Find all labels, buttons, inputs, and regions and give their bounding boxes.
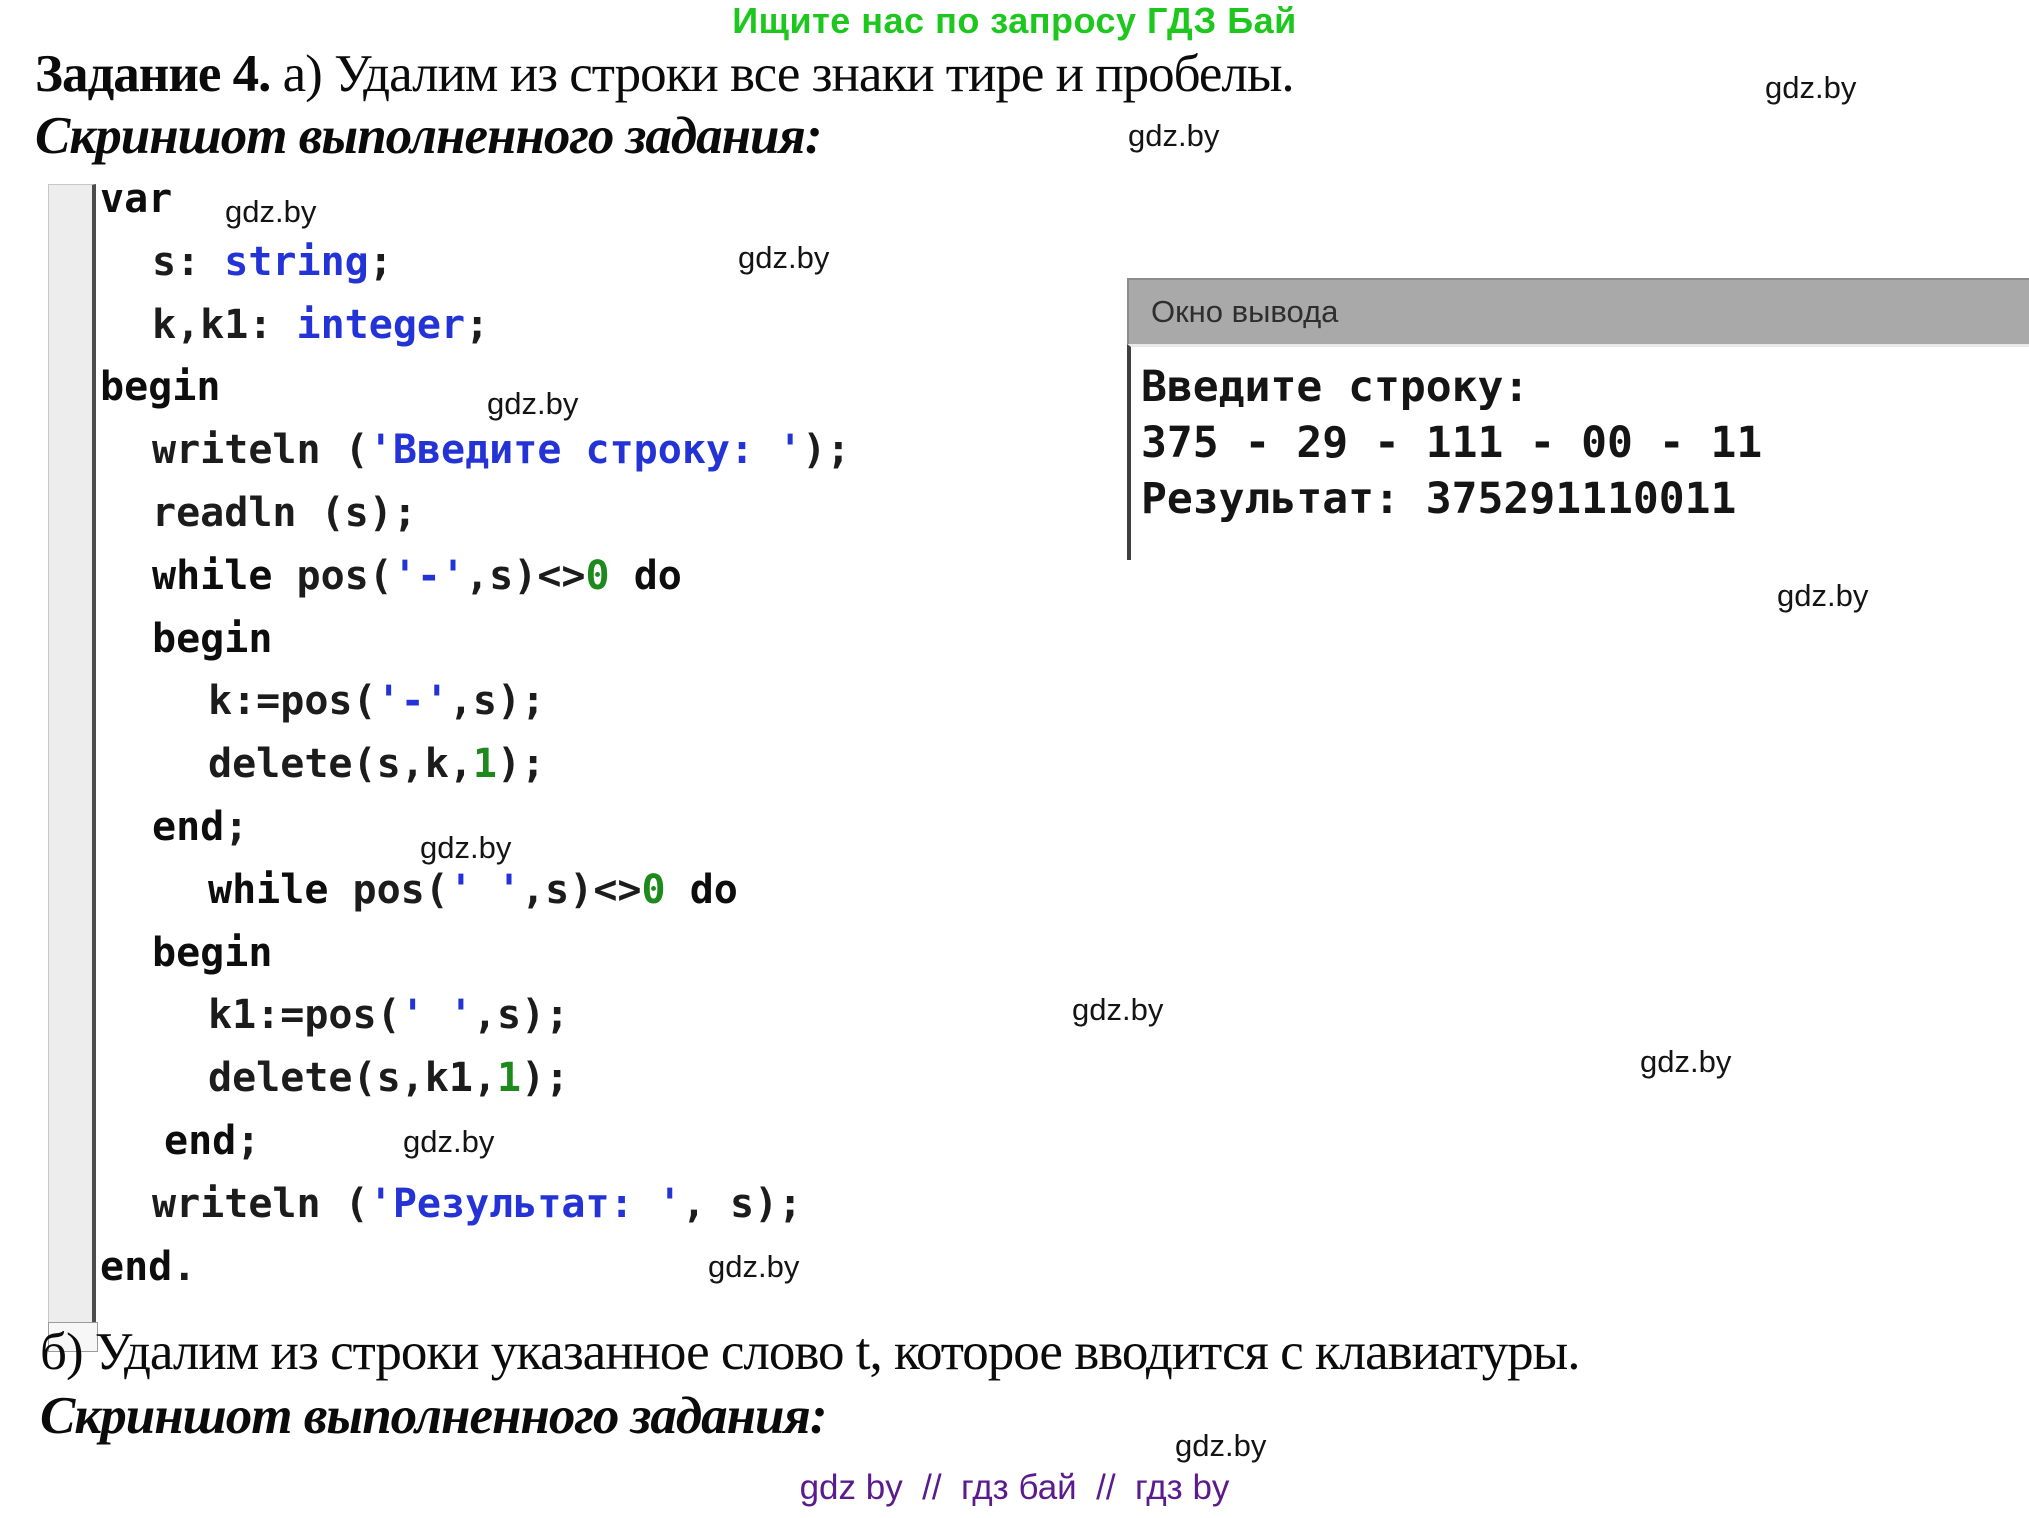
code-segment-k: while xyxy=(152,553,272,599)
task-a-text: а) Удалим из строки все знаки тире и про… xyxy=(270,45,1293,103)
code-line: while pos('-',s)<>0 do xyxy=(100,545,850,608)
code-segment-n: 1 xyxy=(497,1055,521,1101)
code-segment-p: writeln ( xyxy=(152,1181,369,1227)
code-line: delete(s,k1,1); xyxy=(100,1047,850,1110)
gdzby-watermark: gdz.by xyxy=(708,1249,799,1285)
code-gutter xyxy=(48,184,96,1350)
code-segment-p: k:=pos( xyxy=(208,678,377,724)
code-line: k,k1: integer; xyxy=(100,294,850,357)
code-segment-n: 1 xyxy=(473,741,497,787)
code-line: while pos(' ',s)<>0 do xyxy=(100,859,850,922)
code-segment-p: , s); xyxy=(682,1181,802,1227)
code-segment-k: end xyxy=(164,1118,236,1164)
output-line: Введите строку: xyxy=(1141,359,2029,415)
output-window-titlebar: Окно вывода xyxy=(1127,278,2029,344)
gdzby-watermark: gdz.by xyxy=(1640,1044,1731,1080)
code-segment-p: pos( xyxy=(272,553,392,599)
code-segment-k: begin xyxy=(152,616,272,662)
code-segment-p: s: xyxy=(152,239,224,285)
code-segment-k: do xyxy=(634,553,682,599)
gdzby-watermark: gdz.by xyxy=(1128,118,1219,154)
gdzby-watermark: gdz.by xyxy=(738,240,829,276)
code-segment-n: 0 xyxy=(586,553,610,599)
code-segment-p: k1:=pos( xyxy=(208,992,401,1038)
footer-search-terms: gdz by // гдз бай // гдз by xyxy=(0,1468,2029,1508)
code-segment-s: string xyxy=(224,239,369,285)
code-segment-p: ,s); xyxy=(449,678,545,724)
gdzby-watermark: gdz.by xyxy=(1777,578,1868,614)
code-line: begin xyxy=(100,356,850,419)
code-segment-p: ; xyxy=(465,302,489,348)
code-segment-p: ); xyxy=(497,741,545,787)
code-segment-p: ,s)<> xyxy=(521,867,641,913)
code-segment-s: '-' xyxy=(393,553,465,599)
gdzby-watermark: gdz.by xyxy=(403,1124,494,1160)
code-segment-k: var xyxy=(100,176,172,222)
code-segment-p: ; xyxy=(236,1118,260,1164)
code-segment-p: k,k1: xyxy=(152,302,297,348)
gdzby-watermark: gdz.by xyxy=(420,830,511,866)
code-segment-s: 'Введите строку: ' xyxy=(369,427,802,473)
code-segment-p: ; xyxy=(369,239,393,285)
code-segment-p: ,s); xyxy=(473,992,569,1038)
code-segment-p: ); xyxy=(521,1055,569,1101)
code-segment-s: ' ' xyxy=(401,992,473,1038)
code-segment-k: begin xyxy=(100,364,220,410)
code-segment-k: end xyxy=(152,804,224,850)
task-a-number: Задание 4. xyxy=(35,45,270,103)
code-segment-p: ; xyxy=(224,804,248,850)
code-line: var xyxy=(100,168,850,231)
output-window-body: Введите строку:375 - 29 - 111 - 00 - 11Р… xyxy=(1127,344,2029,560)
output-line: Результат: 375291110011 xyxy=(1141,471,2029,527)
code-segment-p: . xyxy=(172,1244,196,1290)
code-line: delete(s,k,1); xyxy=(100,733,850,796)
code-line: k:=pos('-',s); xyxy=(100,670,850,733)
screenshot-caption-b: Скриншот выполненного задания: xyxy=(40,1386,826,1446)
code-segment-p: ,s)<> xyxy=(465,553,585,599)
code-line: begin xyxy=(100,608,850,671)
screenshot-caption-a: Скриншот выполненного задания: xyxy=(35,106,821,166)
code-segment-s: '-' xyxy=(377,678,449,724)
code-segment-k: begin xyxy=(152,930,272,976)
code-segment-p: writeln ( xyxy=(152,427,369,473)
code-segment-k: while xyxy=(208,867,328,913)
code-segment-s: ' ' xyxy=(449,867,521,913)
code-segment-p: ); xyxy=(802,427,850,473)
code-segment-p: pos( xyxy=(328,867,448,913)
gdzby-watermark: gdz.by xyxy=(487,386,578,422)
code-segment-k: do xyxy=(690,867,738,913)
code-segment-p: readln (s); xyxy=(152,490,417,536)
gdzby-watermark: gdz.by xyxy=(1765,70,1856,106)
task-a-heading: Задание 4. а) Удалим из строки все знаки… xyxy=(35,44,1294,104)
code-segment-p xyxy=(666,867,690,913)
code-segment-n: 0 xyxy=(642,867,666,913)
code-line: readln (s); xyxy=(100,482,850,545)
code-segment-s: integer xyxy=(297,302,466,348)
code-segment-p: delete(s,k1, xyxy=(208,1055,497,1101)
code-line: k1:=pos(' ',s); xyxy=(100,984,850,1047)
code-line: begin xyxy=(100,922,850,985)
gdzby-watermark: gdz.by xyxy=(1175,1428,1266,1464)
code-line: writeln ('Результат: ', s); xyxy=(100,1173,850,1236)
code-line: writeln ('Введите строку: '); xyxy=(100,419,850,482)
output-line: 375 - 29 - 111 - 00 - 11 xyxy=(1141,415,2029,471)
code-segment-p: delete(s,k, xyxy=(208,741,473,787)
task-b-heading: б) Удалим из строки указанное слово t, к… xyxy=(40,1322,1580,1382)
gdzby-watermark: gdz.by xyxy=(1072,992,1163,1028)
gdzby-watermark: gdz.by xyxy=(225,194,316,230)
code-segment-p xyxy=(610,553,634,599)
code-segment-k: end xyxy=(100,1244,172,1290)
code-segment-s: 'Результат: ' xyxy=(369,1181,682,1227)
promo-banner: Ищите нас по запросу ГДЗ Бай xyxy=(0,0,2029,42)
output-window: Окно вывода Введите строку:375 - 29 - 11… xyxy=(1127,278,2029,560)
